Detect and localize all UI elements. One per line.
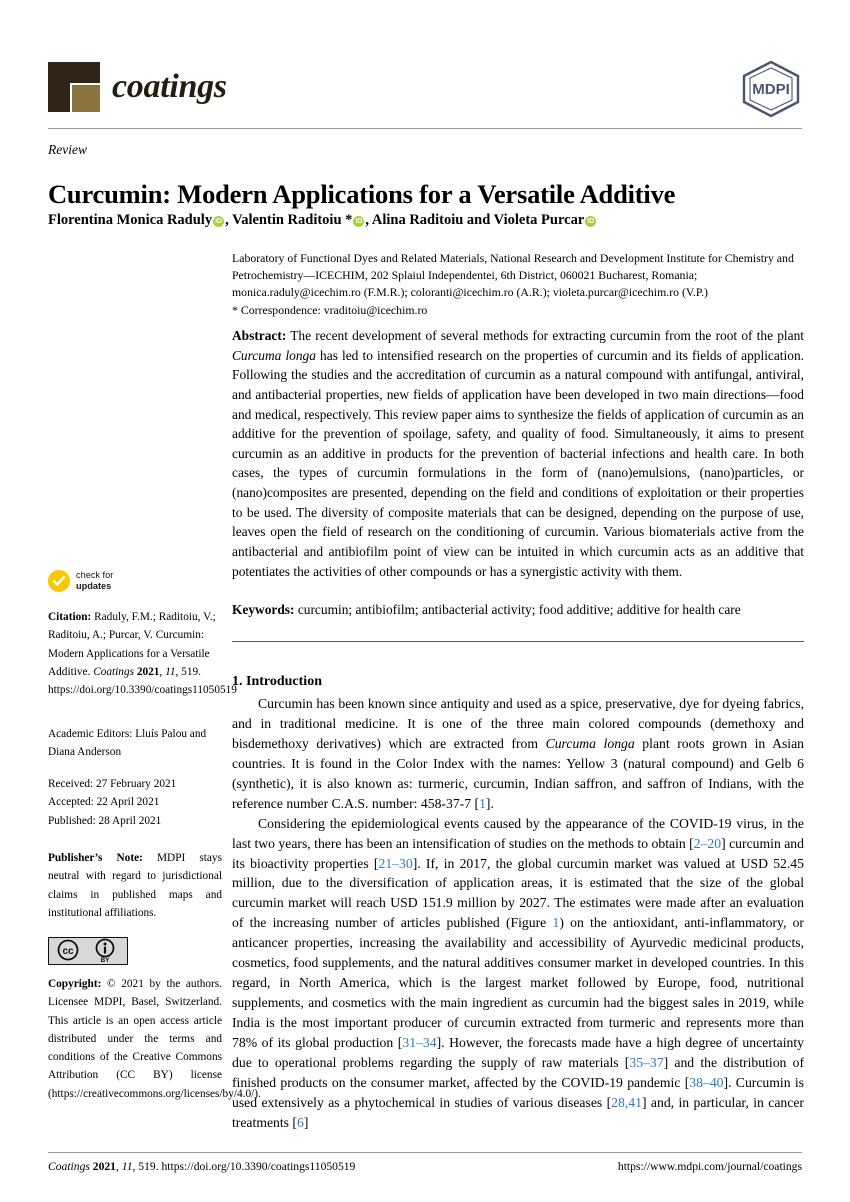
affiliation-line-3: monica.raduly@icechim.ro (F.M.R.); color… [232, 285, 708, 300]
orcid-icon[interactable]: iD [353, 216, 365, 227]
p2-text-i: ] [303, 1114, 309, 1130]
article-type: Review [48, 142, 87, 157]
copyright-text: © 2021 by the authors. Licensee MDPI, Ba… [48, 978, 261, 1100]
publication-dates: Received: 27 February 2021 Accepted: 22 … [48, 775, 222, 830]
abstract-part-1: The recent development of several method… [286, 328, 804, 343]
keywords-label: Keywords: [232, 602, 295, 617]
svg-text:MDPI: MDPI [752, 81, 790, 98]
footer-year: 2021 [89, 1160, 116, 1173]
citation-ref-28-41[interactable]: 28,41 [611, 1095, 642, 1110]
accepted-date: Accepted: 22 April 2021 [48, 796, 160, 809]
abstract-label: Abstract: [232, 328, 287, 343]
publishers-note: Publisher’s Note: MDPI stays neutral wit… [48, 849, 222, 922]
citation-ref-31-34[interactable]: 31–34 [402, 1035, 436, 1050]
keywords-block: Keywords: curcumin; antibiofilm; antibac… [232, 600, 804, 619]
svg-text:BY: BY [100, 957, 110, 964]
affiliation-line-1: Laboratory of Functional Dyes and Relate… [232, 251, 722, 265]
abstract-divider [232, 641, 804, 642]
keywords-text: curcumin; antibiofilm; antibacterial act… [294, 602, 741, 617]
page-footer: Coatings 2021, 11, 519. https://doi.org/… [48, 1160, 802, 1173]
p1-species-name: Curcuma longa [545, 735, 635, 751]
footer-url[interactable]: https://www.mdpi.com/journal/coatings [618, 1160, 802, 1173]
creative-commons-icon[interactable]: cc BY [48, 937, 128, 965]
copyright-block: Copyright: © 2021 by the authors. Licens… [48, 975, 261, 1103]
orcid-icon[interactable]: iD [585, 216, 597, 227]
citation-ref-6[interactable]: 6 [297, 1115, 304, 1130]
masthead: coatings MDPI [48, 60, 802, 124]
footer-volume: , 11 [115, 1160, 133, 1173]
p1-text-c: ]. [485, 795, 494, 811]
footer-rest: , 519. https://doi.org/10.3390/coatings1… [132, 1160, 356, 1173]
citation-doi[interactable]: https://doi.org/10.3390/coatings11050519 [48, 684, 237, 696]
abstract-part-2: has led to intensified research on the p… [232, 347, 804, 579]
author-list: Florentina Monica Raduly iD, Valentin Rad… [48, 210, 808, 230]
abstract-block: Abstract: The recent development of seve… [232, 326, 804, 581]
author-3-and-4: , Alina Raditoiu and Violeta Purcar [365, 212, 585, 228]
coatings-logo-icon [48, 62, 100, 112]
p2-text-d: ) on the antioxidant, anti-inflammatory,… [232, 915, 804, 1050]
paper-page: coatings MDPI Review Curcumin: Modern Ap… [0, 0, 850, 1202]
citation-ref-35-37[interactable]: 35–37 [629, 1055, 663, 1070]
masthead-divider [48, 128, 802, 129]
cfu-line-2: updates [76, 581, 112, 592]
check-for-updates-badge[interactable]: check for updates [48, 570, 113, 593]
section-heading-introduction: 1. Introduction [232, 674, 322, 689]
svg-text:cc: cc [62, 946, 74, 957]
check-for-updates-label: check for updates [76, 570, 113, 592]
citation-journal: Coatings [93, 665, 134, 678]
paragraph-1: Curcumin has been known since antiquity … [232, 694, 804, 814]
journal-logo[interactable]: coatings [48, 62, 227, 112]
paragraph-2: Considering the epidemiological events c… [232, 814, 804, 1133]
footer-journal: Coatings [48, 1160, 90, 1173]
citation-block: Citation: Raduly, F.M.; Raditoiu, V.; Ra… [48, 608, 237, 699]
author-1: Florentina Monica Raduly [48, 212, 213, 228]
citation-ref-2-20[interactable]: 2–20 [694, 836, 721, 851]
page-title: Curcumin: Modern Applications for a Vers… [48, 178, 676, 209]
citation-label: Citation: [48, 611, 92, 623]
abstract-species-name: Curcuma longa [232, 347, 316, 363]
citation-ref-38-40[interactable]: 38–40 [689, 1075, 723, 1090]
logo-inner-square [70, 83, 100, 112]
footer-divider [48, 1152, 802, 1153]
affiliation-block: Laboratory of Functional Dyes and Relate… [232, 250, 802, 319]
publishers-note-label: Publisher’s Note: [48, 852, 143, 864]
received-date: Received: 27 February 2021 [48, 778, 177, 790]
introduction-body: Curcumin has been known since antiquity … [232, 694, 804, 1133]
author-2: Valentin Raditoiu * [232, 212, 353, 228]
citation-ref-1[interactable]: 1 [479, 796, 486, 811]
mdpi-logo-icon[interactable]: MDPI [740, 58, 802, 120]
orcid-icon[interactable]: iD [213, 216, 225, 227]
copyright-label: Copyright: [48, 978, 102, 990]
citation-year: 2021 [134, 665, 160, 678]
published-date: Published: 28 April 2021 [48, 814, 162, 827]
citation-ref-21-30[interactable]: 21–30 [378, 856, 412, 871]
cfu-line-1: check for [76, 570, 114, 580]
academic-editors: Academic Editors: Lluís Palou and Diana … [48, 728, 207, 759]
citation-volume: , 11 [159, 665, 176, 678]
journal-name: coatings [112, 68, 227, 105]
checkmark-icon [48, 570, 70, 593]
correspondence-line: * Correspondence: vraditoiu@icechim.ro [232, 303, 428, 318]
footer-citation: Coatings 2021, 11, 519. https://doi.org/… [48, 1160, 355, 1173]
citation-pages: , 519. [175, 665, 201, 678]
